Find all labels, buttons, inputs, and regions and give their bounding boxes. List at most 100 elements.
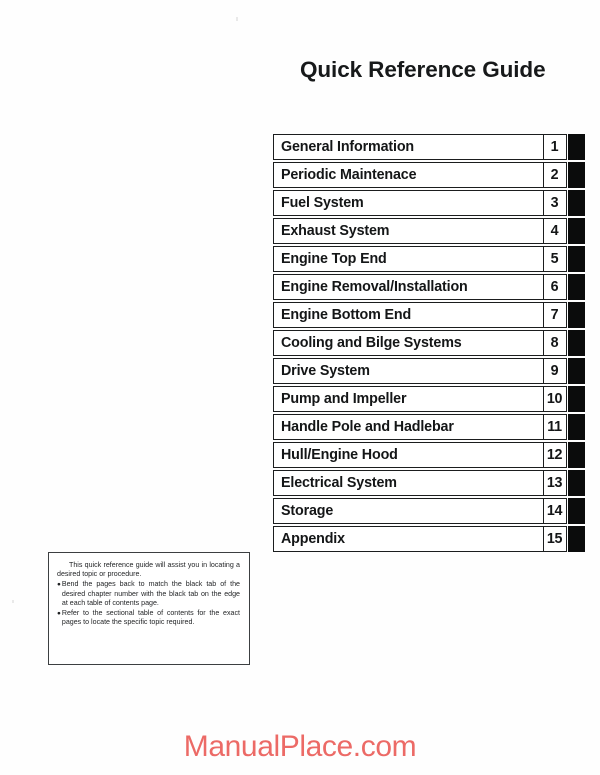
chapter-number-cell[interactable]: 10: [542, 386, 567, 412]
chapter-number-cell[interactable]: 8: [542, 330, 567, 356]
chapter-title-label: Drive System: [281, 363, 370, 379]
chapter-black-tab: [568, 358, 585, 384]
chapter-number-label: 10: [546, 391, 563, 407]
chapter-title-cell[interactable]: General Information: [273, 134, 543, 160]
scan-speckle: [12, 600, 14, 603]
chapter-number-label: 8: [550, 335, 559, 351]
chapter-title-cell[interactable]: Hull/Engine Hood: [273, 442, 543, 468]
chapter-number-cell[interactable]: 7: [542, 302, 567, 328]
chapter-title-cell[interactable]: Electrical System: [273, 470, 543, 496]
chapter-title-label: Fuel System: [281, 195, 364, 211]
chapter-number-cell[interactable]: 2: [542, 162, 567, 188]
note-intro-text: This quick reference guide will assist y…: [57, 561, 240, 579]
chapter-black-tab: [568, 470, 585, 496]
chapter-number-cell[interactable]: 5: [542, 246, 567, 272]
instruction-note-box: This quick reference guide will assist y…: [48, 552, 250, 665]
chapter-black-tab: [568, 526, 585, 552]
chapter-number-label: 11: [547, 419, 562, 435]
chapter-title-label: Handle Pole and Hadlebar: [281, 419, 454, 435]
chapter-row[interactable]: Storage 14: [273, 498, 585, 524]
chapter-title-label: Storage: [281, 503, 334, 519]
chapter-title-cell[interactable]: Handle Pole and Hadlebar: [273, 414, 543, 440]
chapter-title-label: Engine Removal/Installation: [281, 279, 468, 295]
chapter-row[interactable]: Electrical System 13: [273, 470, 585, 496]
chapter-number-cell[interactable]: 11: [542, 414, 567, 440]
chapter-number-label: 2: [550, 167, 559, 183]
chapter-title-cell[interactable]: Engine Top End: [273, 246, 543, 272]
chapter-title-cell[interactable]: Engine Bottom End: [273, 302, 543, 328]
page-title: Quick Reference Guide: [300, 57, 546, 82]
chapter-black-tab: [568, 274, 585, 300]
chapter-row[interactable]: Hull/Engine Hood 12: [273, 442, 585, 468]
bullet-dot-icon: ●: [57, 581, 61, 589]
note-bullet-text: Refer to the sectional table of contents…: [61, 608, 240, 627]
chapter-number-label: 13: [546, 475, 563, 491]
chapter-title-label: Electrical System: [281, 475, 397, 491]
chapter-number-cell[interactable]: 3: [542, 190, 567, 216]
note-bullet-list: ● Bend the pages back to match the black …: [57, 580, 240, 628]
chapter-row[interactable]: Cooling and Bilge Systems 8: [273, 330, 585, 356]
chapter-black-tab: [568, 246, 585, 272]
chapter-row[interactable]: Engine Removal/Installation 6: [273, 274, 585, 300]
chapter-row[interactable]: Engine Bottom End 7: [273, 302, 585, 328]
chapter-title-cell[interactable]: Pump and Impeller: [273, 386, 543, 412]
chapter-reference-table: General Information 1 Periodic Maintenace 2…: [273, 134, 585, 554]
chapter-number-label: 6: [550, 279, 559, 295]
chapter-title-cell[interactable]: Exhaust System: [273, 218, 543, 244]
chapter-title-label: Pump and Impeller: [281, 391, 407, 407]
chapter-row[interactable]: Handle Pole and Hadlebar 11: [273, 414, 585, 440]
chapter-black-tab: [568, 414, 585, 440]
chapter-black-tab: [568, 134, 585, 160]
chapter-number-cell[interactable]: 9: [542, 358, 567, 384]
chapter-title-label: Engine Top End: [281, 251, 387, 267]
chapter-number-cell[interactable]: 12: [542, 442, 567, 468]
scan-speckle: [236, 17, 238, 21]
chapter-number-label: 4: [550, 223, 559, 239]
chapter-number-cell[interactable]: 6: [542, 274, 567, 300]
chapter-number-label: 9: [550, 363, 559, 379]
watermark-manualplace: ManualPlace.com: [183, 730, 417, 763]
chapter-row[interactable]: Periodic Maintenace 2: [273, 162, 585, 188]
chapter-title-label: Appendix: [281, 531, 345, 547]
chapter-black-tab: [568, 162, 585, 188]
chapter-number-cell[interactable]: 15: [542, 526, 567, 552]
chapter-title-label: General Information: [281, 139, 414, 155]
note-bullet-text: Bend the pages back to match the black t…: [61, 580, 240, 608]
manual-page: Quick Reference Guide General Informatio…: [0, 0, 600, 775]
chapter-title-label: Engine Bottom End: [281, 307, 412, 323]
chapter-row[interactable]: Exhaust System 4: [273, 218, 585, 244]
chapter-row[interactable]: Fuel System 3: [273, 190, 585, 216]
chapter-black-tab: [568, 302, 585, 328]
chapter-black-tab: [568, 498, 585, 524]
chapter-number-label: 3: [550, 195, 559, 211]
chapter-number-cell[interactable]: 1: [542, 134, 567, 160]
chapter-title-cell[interactable]: Drive System: [273, 358, 543, 384]
chapter-black-tab: [568, 218, 585, 244]
chapter-number-label: 7: [550, 307, 559, 323]
chapter-number-label: 1: [550, 139, 559, 155]
chapter-row[interactable]: Engine Top End 5: [273, 246, 585, 272]
chapter-row[interactable]: Pump and Impeller 10: [273, 386, 585, 412]
chapter-row[interactable]: Appendix 15: [273, 526, 585, 552]
chapter-black-tab: [568, 386, 585, 412]
chapter-title-cell[interactable]: Storage: [273, 498, 543, 524]
chapter-title-label: Hull/Engine Hood: [281, 447, 398, 463]
chapter-black-tab: [568, 442, 585, 468]
note-bullet-item: ● Bend the pages back to match the black …: [57, 580, 240, 609]
chapter-row[interactable]: Drive System 9: [273, 358, 585, 384]
chapter-title-label: Exhaust System: [281, 223, 390, 239]
chapter-black-tab: [568, 330, 585, 356]
chapter-number-label: 15: [546, 531, 563, 547]
chapter-number-label: 12: [546, 447, 563, 463]
chapter-title-cell[interactable]: Engine Removal/Installation: [273, 274, 543, 300]
chapter-number-label: 5: [550, 251, 559, 267]
chapter-number-cell[interactable]: 13: [542, 470, 567, 496]
chapter-title-cell[interactable]: Appendix: [273, 526, 543, 552]
chapter-title-cell[interactable]: Cooling and Bilge Systems: [273, 330, 543, 356]
chapter-row[interactable]: General Information 1: [273, 134, 585, 160]
chapter-title-cell[interactable]: Periodic Maintenace: [273, 162, 543, 188]
chapter-number-cell[interactable]: 4: [542, 218, 567, 244]
chapter-number-cell[interactable]: 14: [542, 498, 567, 524]
chapter-title-label: Cooling and Bilge Systems: [281, 335, 462, 351]
chapter-title-cell[interactable]: Fuel System: [273, 190, 543, 216]
